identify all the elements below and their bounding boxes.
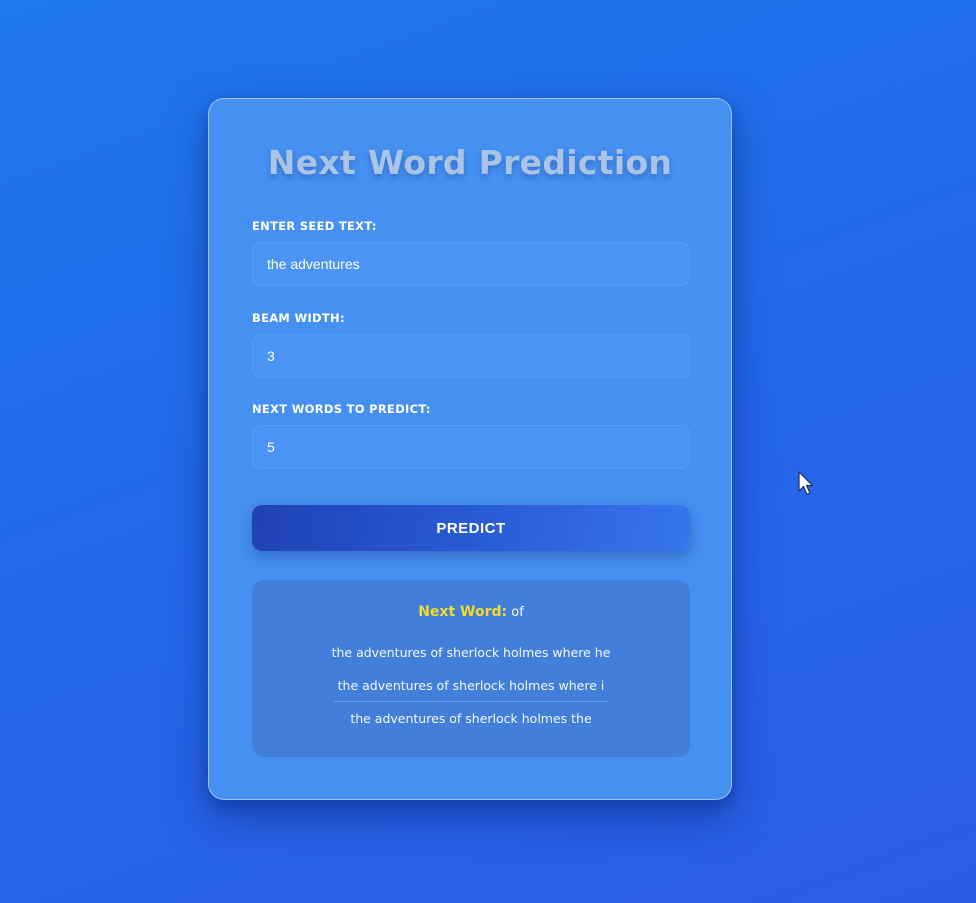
seed-text-label: ENTER SEED TEXT:	[252, 219, 377, 233]
page-title: Next Word Prediction	[267, 143, 673, 182]
seed-text-input[interactable]: the adventures	[252, 242, 690, 286]
seed-text-value: the adventures	[267, 256, 360, 272]
sequence-divider	[334, 701, 608, 702]
sequence-item: the adventures of sherlock holmes where …	[331, 645, 611, 660]
next-word-line: Next Word: of	[252, 604, 690, 620]
next-word-value: of	[511, 605, 524, 620]
prediction-card: Next Word Prediction ENTER SEED TEXT: th…	[208, 98, 732, 800]
beam-width-value: 3	[267, 348, 275, 364]
next-words-input[interactable]: 5	[252, 425, 690, 469]
next-words-label: NEXT WORDS TO PREDICT:	[252, 402, 431, 416]
result-panel: Next Word: of the adventures of sherlock…	[252, 580, 690, 757]
beam-width-label: BEAM WIDTH:	[252, 311, 345, 325]
predict-button[interactable]: PREDICT	[252, 505, 690, 551]
sequence-item: the adventures of sherlock holmes where …	[337, 678, 605, 693]
next-word-label: Next Word:	[418, 604, 508, 620]
mouse-pointer-icon	[798, 471, 814, 496]
sequence-item: the adventures of sherlock holmes the	[350, 711, 592, 726]
beam-width-input[interactable]: 3	[252, 334, 690, 378]
next-words-value: 5	[267, 439, 275, 455]
